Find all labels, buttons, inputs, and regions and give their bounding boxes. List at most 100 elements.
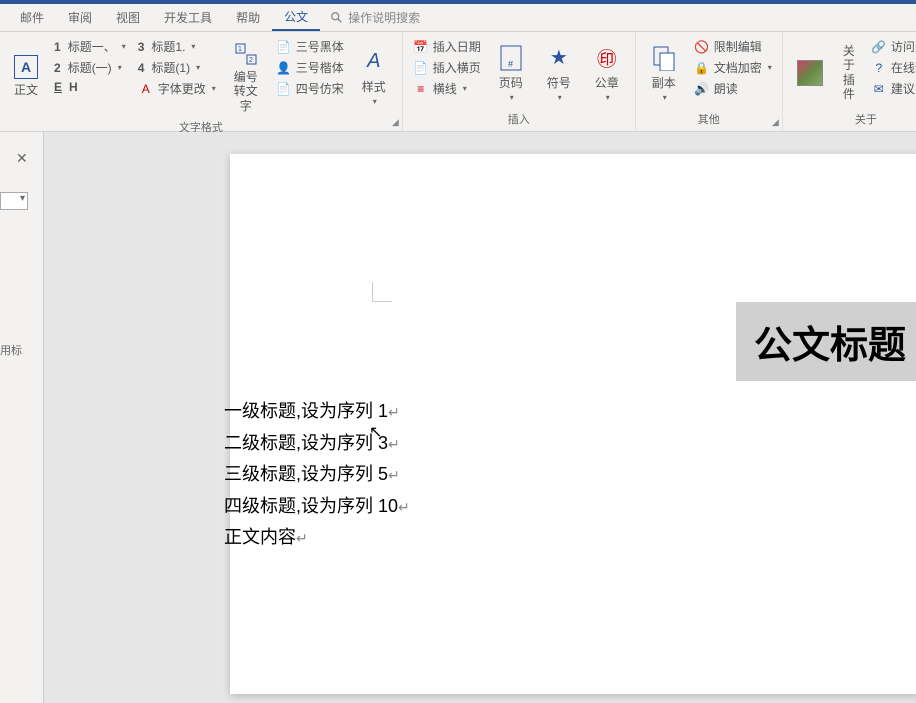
- about-plugin-button[interactable]: 关于 插件: [835, 36, 863, 109]
- doc-line-5[interactable]: 正文内容↵: [224, 522, 410, 554]
- chevron-down-icon: ▾: [122, 42, 126, 51]
- about-plugin-label: 关于 插件: [843, 44, 855, 102]
- chevron-down-icon: ▾: [20, 193, 27, 204]
- margin-mark: [372, 282, 392, 302]
- tab-help[interactable]: 帮助: [224, 5, 272, 30]
- style-button[interactable]: A 样式 ▾: [352, 36, 396, 117]
- e-style-button[interactable]: E: [54, 80, 62, 94]
- star-icon: ★: [545, 44, 573, 72]
- doc-icon: 📄: [276, 81, 292, 97]
- online-help-button[interactable]: ?在线帮助: [867, 57, 916, 78]
- svg-text:1: 1: [238, 46, 242, 53]
- restrict-edit-button[interactable]: 🚫限制编辑: [690, 36, 776, 57]
- pilcrow-icon: ↵: [398, 499, 410, 515]
- fangsong4-button[interactable]: 📄四号仿宋: [272, 78, 348, 99]
- link-icon: 🔗: [871, 39, 887, 55]
- heading3-button[interactable]: 3标题1.▾: [134, 36, 220, 57]
- ribbon-group-text-format: A 正文 1标题一、▾ 2标题(一)▾ E H 3标题1.▾ 4标题(1)▾ A…: [0, 32, 403, 131]
- tell-me-search[interactable]: 操作说明搜索: [330, 9, 420, 26]
- read-aloud-button[interactable]: 🔊朗读: [690, 78, 776, 99]
- tab-mail[interactable]: 邮件: [8, 5, 56, 30]
- tab-devtools[interactable]: 开发工具: [152, 5, 224, 30]
- copy-label: 副本: [652, 74, 676, 91]
- avatar-image: [797, 60, 823, 86]
- ribbon-group-about: 关于 插件 🔗访问网站 ?在线帮助 ✉建议反馈 关于 ◢: [783, 32, 916, 131]
- style-label: 样式: [362, 78, 386, 95]
- chevron-down-icon: ▾: [463, 84, 467, 93]
- group-label-other: 其他: [642, 109, 776, 129]
- bodytext-label: 正文: [14, 81, 38, 98]
- tab-view[interactable]: 视图: [104, 5, 152, 30]
- style-icon: A: [360, 48, 388, 76]
- navigation-pane: ✕ ▾ 用标: [0, 132, 44, 703]
- avatar-button[interactable]: [789, 36, 831, 109]
- chevron-down-icon: ▾: [768, 63, 772, 72]
- document-title-selection[interactable]: 公文标题: [736, 302, 916, 381]
- nav-search-combo[interactable]: ▾: [0, 192, 28, 210]
- insert-hpage-button[interactable]: 📄插入横页: [409, 57, 485, 78]
- pilcrow-icon: ↵: [388, 404, 400, 420]
- symbol-button[interactable]: ★ 符号 ▾: [537, 36, 581, 109]
- document-title-text: 公文标题: [754, 325, 906, 367]
- ribbon: A 正文 1标题一、▾ 2标题(一)▾ E H 3标题1.▾ 4标题(1)▾ A…: [0, 32, 916, 132]
- bodytext-button[interactable]: A 正文: [6, 36, 46, 117]
- font-change-icon: A: [138, 81, 154, 97]
- doc-icon: 📄: [276, 39, 292, 55]
- numbering-label: 编号 转文字: [232, 70, 260, 113]
- pilcrow-icon: ↵: [296, 530, 308, 546]
- chevron-down-icon: ▾: [663, 93, 667, 102]
- copy-button[interactable]: 副本 ▾: [642, 36, 686, 109]
- dialog-launcher-icon[interactable]: ◢: [772, 117, 779, 128]
- group-label-insert: 插入: [409, 109, 629, 129]
- ribbon-tabs: 邮件 审阅 视图 开发工具 帮助 公文 操作说明搜索: [0, 4, 916, 32]
- lock-icon: 🔒: [694, 60, 710, 76]
- heading4-button[interactable]: 4标题(1)▾: [134, 57, 220, 78]
- heading1-button[interactable]: 1标题一、▾: [50, 36, 130, 57]
- tab-review[interactable]: 审阅: [56, 5, 104, 30]
- font-change-button[interactable]: A字体更改▾: [134, 78, 220, 99]
- search-placeholder: 操作说明搜索: [348, 9, 420, 26]
- encrypt-button[interactable]: 🔒文档加密▾: [690, 57, 776, 78]
- hline-button[interactable]: ≡横线▾: [409, 78, 485, 99]
- mouse-cursor-icon: ↖: [369, 422, 382, 442]
- visit-site-button[interactable]: 🔗访问网站: [867, 36, 916, 57]
- symbol-label: 符号: [547, 74, 571, 91]
- document-canvas[interactable]: 公文标题 一级标题,设为序列 1↵ 二级标题,设为序列 3↵ 三级标题,设为序列…: [44, 132, 916, 703]
- calendar-icon: 📅: [413, 39, 429, 55]
- page-number-button[interactable]: # 页码 ▾: [489, 36, 533, 109]
- stamp-label: 公章: [595, 74, 619, 91]
- heading2-button[interactable]: 2标题(一)▾: [50, 57, 130, 78]
- group-label-about: 关于: [789, 109, 916, 129]
- page-number-icon: #: [497, 44, 525, 72]
- chevron-down-icon: ▾: [196, 63, 200, 72]
- nav-partial-label: 用标: [0, 342, 22, 358]
- heiti3-button[interactable]: 📄三号黑体: [272, 36, 348, 57]
- dialog-launcher-icon[interactable]: ◢: [392, 117, 399, 128]
- h-style-button[interactable]: H: [69, 80, 78, 94]
- tab-gongwen[interactable]: 公文: [272, 4, 320, 31]
- svg-text:2: 2: [249, 57, 253, 64]
- numbering-to-text-button[interactable]: 12 编号 转文字: [224, 36, 268, 117]
- insert-date-button[interactable]: 📅插入日期: [409, 36, 485, 57]
- document-body[interactable]: 一级标题,设为序列 1↵ 二级标题,设为序列 3↵ 三级标题,设为序列 5↵ 四…: [224, 396, 410, 554]
- close-icon[interactable]: ✕: [16, 150, 28, 167]
- doc-line-3[interactable]: 三级标题,设为序列 5↵: [224, 459, 410, 491]
- chevron-down-icon: ▾: [373, 97, 377, 106]
- svg-text:#: #: [508, 59, 513, 69]
- kaiti3-button[interactable]: 👤三号楷体: [272, 57, 348, 78]
- doc-line-4[interactable]: 四级标题,设为序列 10↵: [224, 491, 410, 523]
- pilcrow-icon: ↵: [388, 436, 400, 452]
- chevron-down-icon: ▾: [212, 84, 216, 93]
- pilcrow-icon: ↵: [388, 467, 400, 483]
- feedback-button[interactable]: ✉建议反馈: [867, 78, 916, 99]
- format-row: E H: [50, 78, 130, 96]
- stamp-button[interactable]: ㊞ 公章 ▾: [585, 36, 629, 109]
- content-area: ✕ ▾ 用标 公文标题 一级标题,设为序列 1↵ 二级标题,设为序列 3↵ 三级…: [0, 132, 916, 703]
- chevron-down-icon: ▾: [510, 93, 514, 102]
- chevron-down-icon: ▾: [118, 63, 122, 72]
- person-icon: 👤: [276, 60, 292, 76]
- speaker-icon: 🔊: [694, 81, 710, 97]
- page-icon: 📄: [413, 60, 429, 76]
- ribbon-group-other: 副本 ▾ 🚫限制编辑 🔒文档加密▾ 🔊朗读 其他 ◢: [636, 32, 783, 131]
- bodytext-icon: A: [14, 55, 38, 79]
